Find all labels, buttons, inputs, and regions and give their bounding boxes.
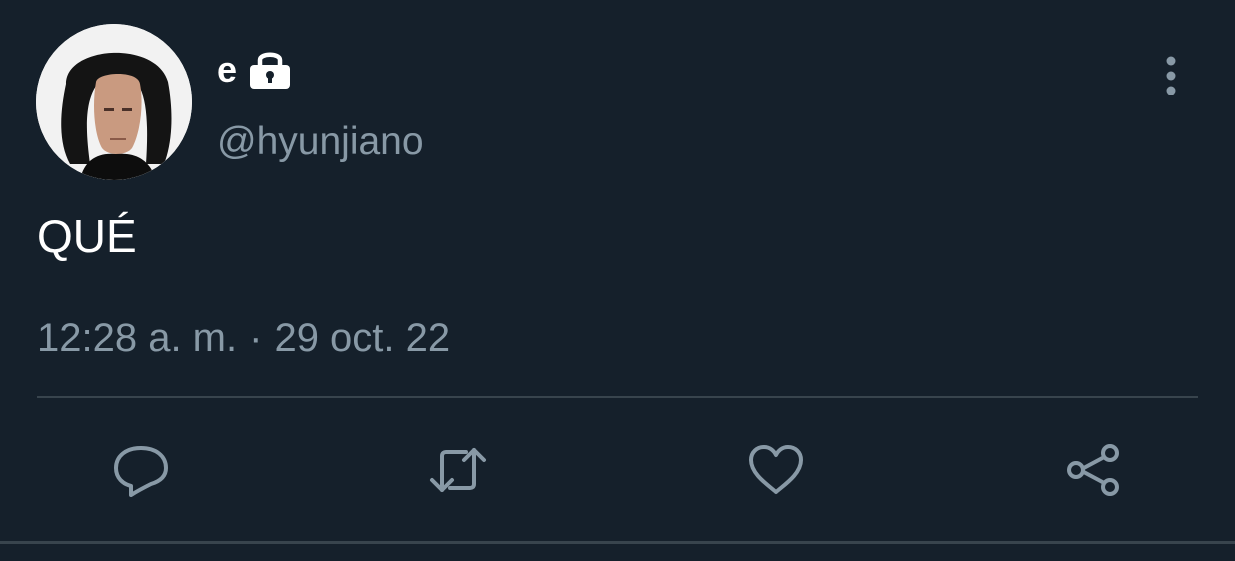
more-options-button[interactable] <box>1150 52 1192 98</box>
avatar[interactable] <box>36 24 192 180</box>
timestamp-separator: · <box>249 316 263 360</box>
reply-button[interactable] <box>107 436 175 504</box>
tweet-card: e @hyunjiano QUÉ 12:28 a. m. · 29 oct. 2… <box>0 0 1235 561</box>
display-name[interactable]: e <box>217 50 237 90</box>
share-icon <box>1067 444 1119 496</box>
more-vertical-icon <box>1166 56 1176 95</box>
display-name-row: e <box>217 50 293 90</box>
retweet-icon <box>430 448 486 492</box>
user-handle[interactable]: @hyunjiano <box>217 118 424 166</box>
share-button[interactable] <box>1060 436 1128 504</box>
retweet-button[interactable] <box>424 436 492 504</box>
tweet-time[interactable]: 12:28 a. m. <box>37 314 237 362</box>
reply-icon <box>114 446 168 497</box>
bottom-divider <box>0 541 1235 544</box>
tweet-date[interactable]: 29 oct. 22 <box>274 314 450 362</box>
tweet-text: QUÉ <box>37 210 137 262</box>
tweet-timestamp: 12:28 a. m. · 29 oct. 22 <box>37 314 450 362</box>
profile-photo-icon <box>36 24 192 180</box>
like-button[interactable] <box>742 436 810 504</box>
divider <box>37 396 1198 398</box>
heart-icon <box>749 445 803 494</box>
lock-icon <box>247 49 293 91</box>
